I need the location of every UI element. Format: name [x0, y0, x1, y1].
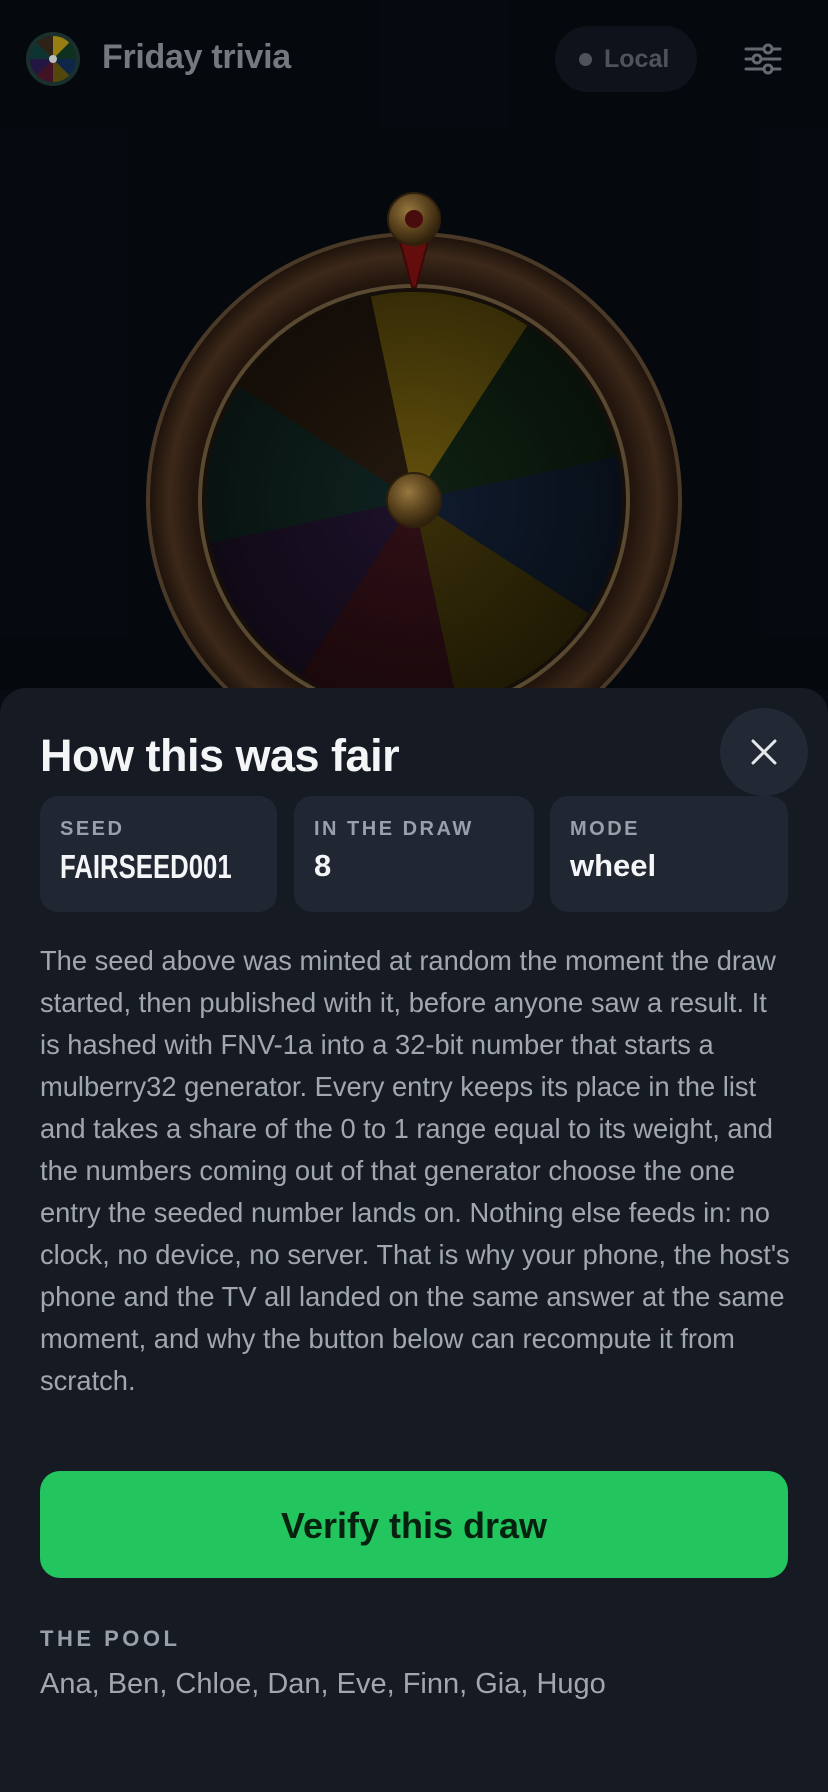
seed-value: FAIRSEED001: [60, 848, 232, 885]
fairness-sheet: How this was fair SEED FAIRSEED001 IN TH…: [0, 688, 828, 1792]
status-dot-icon: [579, 53, 592, 66]
wheel-graphic: [146, 192, 682, 690]
draw-count-card: IN THE DRAW 8: [294, 796, 534, 912]
seed-label: SEED: [60, 818, 125, 840]
close-button[interactable]: [720, 708, 808, 796]
prize-wheel[interactable]: [140, 185, 688, 690]
app-title: Friday trivia: [102, 38, 291, 76]
wheel-hub: [386, 472, 442, 528]
seed-card: SEED FAIRSEED001: [40, 796, 277, 912]
status-label: Local: [604, 45, 670, 73]
draw-count-label: IN THE DRAW: [314, 818, 474, 840]
close-icon: [751, 739, 777, 765]
mode-label: MODE: [570, 818, 640, 840]
mode-card: MODE wheel: [550, 796, 788, 912]
connection-status-badge[interactable]: Local: [555, 26, 697, 92]
pool-heading: THE POOL: [40, 1626, 181, 1651]
settings-sliders-icon[interactable]: [738, 34, 788, 84]
pool-names: Ana, Ben, Chloe, Dan, Eve, Finn, Gia, Hu…: [40, 1668, 606, 1700]
fairness-explanation: The seed above was minted at random the …: [40, 945, 790, 1396]
verify-draw-button[interactable]: Verify this draw: [40, 1471, 788, 1578]
sheet-title: How this was fair: [40, 730, 400, 781]
app-header: Friday trivia Local: [0, 0, 828, 120]
draw-count-value: 8: [314, 848, 332, 883]
wheel-logo-icon: [26, 32, 80, 86]
mode-value: wheel: [570, 848, 657, 883]
